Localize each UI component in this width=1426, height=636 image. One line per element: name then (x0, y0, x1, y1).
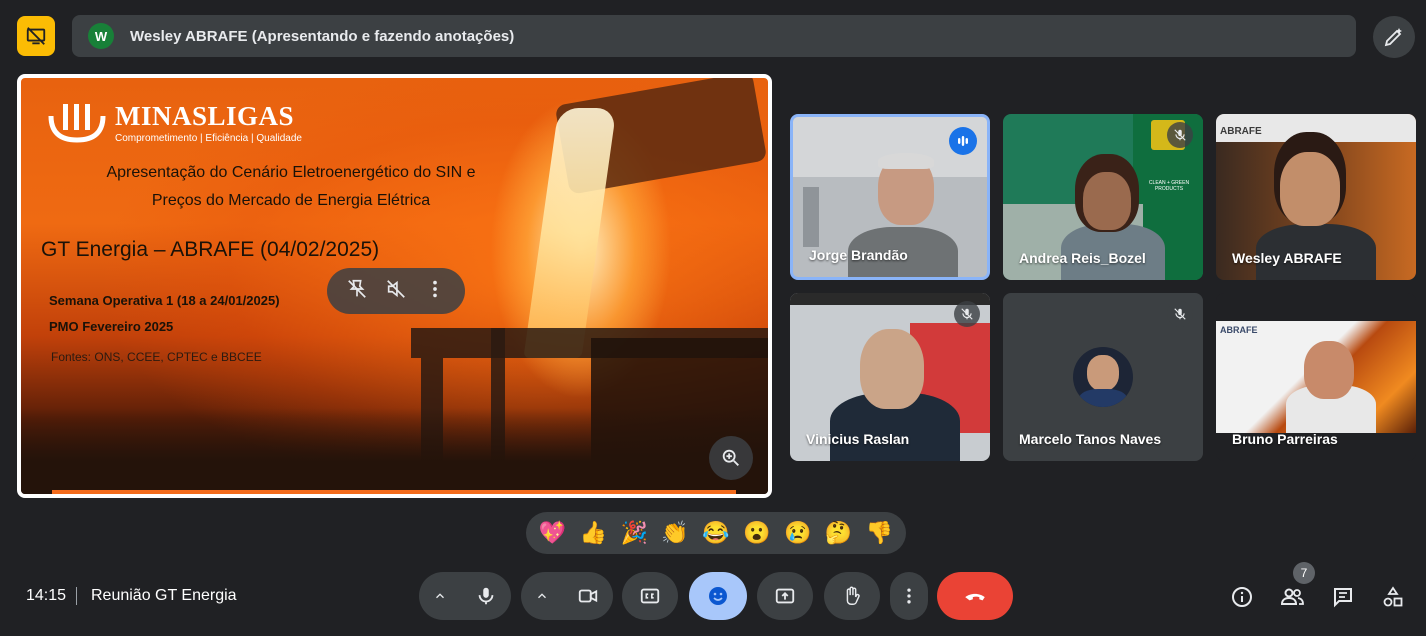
camera-control-group (521, 572, 613, 620)
video-options-button[interactable] (521, 572, 563, 620)
participant-name: Bruno Parreiras (1232, 431, 1338, 447)
reaction-crying[interactable]: 😢 (784, 522, 811, 544)
presentation-more-button[interactable] (424, 278, 446, 305)
more-options-button[interactable] (890, 572, 928, 620)
audio-level-icon (958, 136, 968, 146)
mic-icon (478, 587, 494, 605)
slide-title-line-1: Apresentação do Cenário Eletroenergético… (106, 164, 476, 181)
raise-hand-button[interactable] (824, 572, 880, 620)
people-icon (1280, 588, 1304, 605)
participant-tile[interactable]: Jorge Brandão (790, 114, 990, 280)
avatar (1073, 347, 1133, 407)
presenter-banner: W Wesley ABRAFE (Apresentando e fazendo … (72, 15, 1356, 57)
meeting-clock: 14:15 (26, 587, 67, 604)
captions-icon (640, 588, 660, 604)
annotate-icon (1384, 28, 1402, 47)
raise-hand-icon (846, 586, 860, 605)
chat-button[interactable] (1323, 577, 1363, 617)
pin-off-icon (347, 279, 366, 298)
reactions-button[interactable] (689, 572, 747, 620)
more-vert-icon (907, 588, 911, 604)
chat-icon (1334, 588, 1352, 608)
reaction-laughing[interactable]: 😂 (702, 522, 729, 544)
present-now-button[interactable] (757, 572, 813, 620)
annotate-button[interactable] (1373, 16, 1415, 58)
mute-presentation-button[interactable] (385, 278, 407, 305)
present-icon (775, 588, 795, 604)
reaction-clapping[interactable]: 👏 (661, 522, 688, 544)
slide-week-line: Semana Operativa 1 (18 a 24/01/2025) (49, 293, 280, 308)
mic-control-group (419, 572, 511, 620)
speaking-indicator (949, 127, 977, 155)
meeting-details-button[interactable] (1222, 577, 1262, 617)
slide-title-line-2: Preços do Mercado de Energia Elétrica (151, 192, 431, 209)
reaction-sparkling-heart[interactable]: 💖 (539, 522, 566, 544)
minasligas-logo-mark (47, 102, 107, 144)
abrafe-logo: ABRAFE (1220, 325, 1258, 335)
camera-icon (578, 589, 598, 603)
participant-tile[interactable]: Marcelo Tanos Naves (1003, 293, 1203, 461)
abrafe-logo: ABRAFE (1220, 126, 1262, 137)
participant-tile[interactable]: ABRAFE Bruno Parreiras (1216, 293, 1416, 461)
brand-tagline: Comprometimento | Eficiência | Qualidade (115, 132, 302, 144)
zoom-button[interactable] (709, 436, 753, 480)
participant-name: Jorge Brandão (809, 247, 908, 263)
participant-name: Andrea Reis_Bozel (1019, 250, 1146, 266)
presentation-hover-controls (327, 268, 465, 314)
activities-button[interactable] (1373, 577, 1413, 617)
activities-icon (1383, 586, 1403, 607)
people-button[interactable] (1272, 577, 1312, 617)
unpin-button[interactable] (346, 278, 368, 305)
slide-footer-bar (52, 490, 736, 494)
slide-subtitle: GT Energia – ABRAFE (04/02/2025) (41, 238, 380, 261)
participant-tile[interactable]: Vinicius Raslan (790, 293, 990, 461)
reaction-surprised[interactable]: 😮 (743, 522, 770, 544)
divider (76, 587, 77, 605)
emoji-icon (709, 587, 727, 605)
slide-sources-line: Fontes: ONS, CCEE, CPTEC e BBCEE (51, 350, 262, 364)
mic-off-icon (961, 308, 973, 320)
participant-name: Wesley ABRAFE (1232, 250, 1342, 266)
info-icon (1232, 587, 1252, 607)
reaction-party-popper[interactable]: 🎉 (620, 522, 647, 544)
meeting-title: Reunião GT Energia (91, 587, 237, 604)
mic-off-icon (1174, 129, 1186, 141)
chevron-up-icon (538, 593, 546, 599)
muted-indicator (1167, 301, 1193, 327)
participant-name: Vinicius Raslan (806, 431, 910, 447)
participant-tile[interactable]: ABRAFE Wesley ABRAFE (1216, 114, 1416, 280)
company-tagline: CLEAN + GREEN PRODUCTS (1148, 180, 1190, 192)
slide-pmo-line: PMO Fevereiro 2025 (49, 319, 174, 334)
shared-presentation: MINASLIGAS Comprometimento | Eficiência … (17, 74, 772, 498)
molten-metal-stream (523, 108, 617, 358)
reaction-thinking[interactable]: 🤔 (825, 522, 852, 544)
chevron-up-icon (436, 593, 444, 599)
reaction-thumbs-down[interactable]: 👎 (866, 522, 893, 544)
reaction-thumbs-up[interactable]: 👍 (580, 522, 607, 544)
presenter-label: Wesley ABRAFE (Apresentando e fazendo an… (130, 27, 515, 45)
audio-options-button[interactable] (419, 572, 461, 620)
more-vert-icon (433, 280, 438, 297)
minasligas-logo: MINASLIGAS Comprometimento | Eficiência … (47, 102, 302, 144)
mic-off-icon (1174, 308, 1186, 320)
microphone-button[interactable] (461, 572, 511, 620)
presentation-off-icon (26, 27, 46, 45)
zoom-in-icon (722, 449, 739, 466)
presenter-avatar: W (88, 23, 114, 49)
muted-indicator (1167, 122, 1193, 148)
reactions-bar: 💖 👍 🎉 👏 😂 😮 😢 🤔 👎 (526, 512, 906, 554)
volume-off-icon (387, 279, 405, 298)
stop-presentation-button[interactable] (17, 16, 55, 56)
leave-call-button[interactable] (937, 572, 1013, 620)
camera-button[interactable] (563, 572, 613, 620)
participant-tile[interactable]: CLEAN + GREEN PRODUCTS Andrea Reis_Bozel (1003, 114, 1203, 280)
call-end-icon (965, 593, 985, 601)
captions-button[interactable] (622, 572, 678, 620)
brand-name: MINASLIGAS (115, 100, 295, 131)
participant-name: Marcelo Tanos Naves (1019, 431, 1162, 447)
muted-indicator (954, 301, 980, 327)
